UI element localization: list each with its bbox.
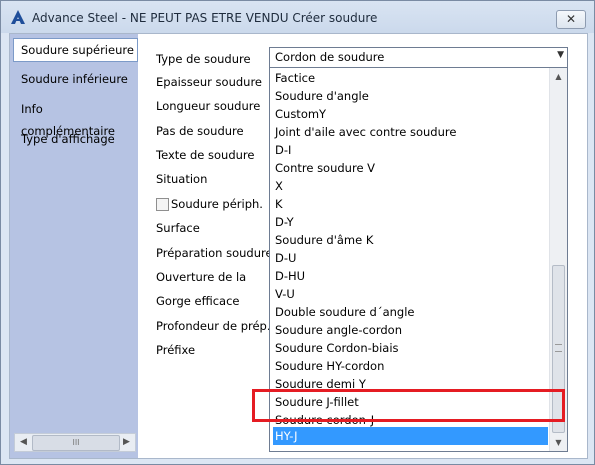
scroll-thumb[interactable]: III	[32, 435, 120, 451]
dropdown-option[interactable]: Soudure Cordon-biais	[274, 339, 547, 357]
dropdown-option[interactable]: Soudure J-fillet	[274, 393, 547, 411]
dropdown-option[interactable]: D-U	[274, 249, 547, 267]
dropdown-option[interactable]: Double soudure d´angle	[274, 303, 547, 321]
dropdown-option[interactable]: D-HU	[274, 267, 547, 285]
type-soudure-dropdown-list[interactable]: Factice Soudure d'angle CustomY Joint d'ail…	[269, 67, 568, 452]
dropdown-option-selected[interactable]: HY-J	[273, 427, 548, 445]
scroll-grip-icon	[555, 344, 562, 352]
soudure-periph-checkbox[interactable]	[156, 198, 169, 211]
dropdown-option[interactable]: Joint d'aile avec contre soudure	[274, 123, 547, 141]
dropdown-option[interactable]: Soudure HY-cordon	[274, 357, 547, 375]
dropdown-option[interactable]: D-Y	[274, 213, 547, 231]
dropdown-option[interactable]: Soudure demi Y	[274, 375, 547, 393]
sidebar-item-info-complementaire[interactable]: Info complémentaire	[14, 98, 137, 138]
label-texte-soudure: Texte de soudure	[156, 148, 255, 162]
dialog-client-area: Soudure supérieure Soudure inférieure In…	[9, 33, 588, 459]
dropdown-option[interactable]: K	[274, 195, 547, 213]
dialog-window: Advance Steel - NE PEUT PAS ETRE VENDU C…	[0, 0, 595, 465]
sidebar-item-soudure-superieure[interactable]: Soudure supérieure	[13, 38, 138, 62]
dropdown-option[interactable]: X	[274, 177, 547, 195]
type-soudure-combobox[interactable]: Cordon de soudure ▼	[269, 47, 568, 68]
dropdown-option[interactable]: Soudure d'âme K	[274, 231, 547, 249]
sidebar-item-soudure-inferieure[interactable]: Soudure inférieure	[14, 68, 137, 90]
advance-steel-logo-icon	[11, 10, 25, 24]
close-button[interactable]: ✕	[556, 10, 586, 29]
soudure-periph-label: Soudure périph.	[171, 197, 263, 211]
scroll-left-arrow-icon[interactable]: ◀	[15, 434, 32, 451]
dropdown-option[interactable]: Soudure angle-cordon	[274, 321, 547, 339]
window-title: Advance Steel - NE PEUT PAS ETRE VENDU C…	[32, 11, 378, 25]
dropdown-option[interactable]: Factice	[274, 69, 547, 87]
scroll-up-arrow-icon[interactable]: ▲	[550, 68, 567, 85]
label-epaisseur-soudure: Epaisseur soudure	[156, 75, 262, 89]
dropdown-option[interactable]: CustomY	[274, 105, 547, 123]
label-prefixe: Préfixe	[156, 343, 196, 357]
label-longueur-soudure: Longueur soudure	[156, 99, 261, 113]
dropdown-option[interactable]: Soudure d'angle	[274, 87, 547, 105]
dropdown-scroll-thumb[interactable]	[552, 265, 565, 433]
label-ouverture: Ouverture de la	[156, 270, 247, 284]
label-pas-soudure: Pas de soudure	[156, 124, 244, 138]
label-surface: Surface	[156, 221, 200, 235]
sidebar: Soudure supérieure Soudure inférieure In…	[10, 34, 138, 458]
label-profondeur-prep: Profondeur de prép.	[156, 319, 271, 333]
label-gorge-efficace: Gorge efficace	[156, 294, 240, 308]
sidebar-horizontal-scrollbar[interactable]: ◀ III ▶	[14, 433, 136, 452]
dropdown-vertical-scrollbar[interactable]: ▲ ▼	[549, 68, 567, 451]
label-situation: Situation	[156, 172, 208, 186]
scroll-right-arrow-icon[interactable]: ▶	[118, 434, 135, 451]
sidebar-item-type-affichage[interactable]: Type d'affichage	[14, 128, 137, 150]
title-bar[interactable]: Advance Steel - NE PEUT PAS ETRE VENDU C…	[1, 1, 594, 33]
scroll-down-arrow-icon[interactable]: ▼	[550, 434, 567, 451]
dropdown-option[interactable]: D-I	[274, 141, 547, 159]
label-preparation-soudure: Préparation soudure	[156, 246, 273, 260]
dropdown-option[interactable]: V-U	[274, 285, 547, 303]
label-type-soudure: Type de soudure	[156, 52, 251, 66]
chevron-down-icon[interactable]: ▼	[557, 50, 564, 60]
type-soudure-value: Cordon de soudure	[275, 50, 385, 64]
dropdown-option[interactable]: Contre soudure V	[274, 159, 547, 177]
